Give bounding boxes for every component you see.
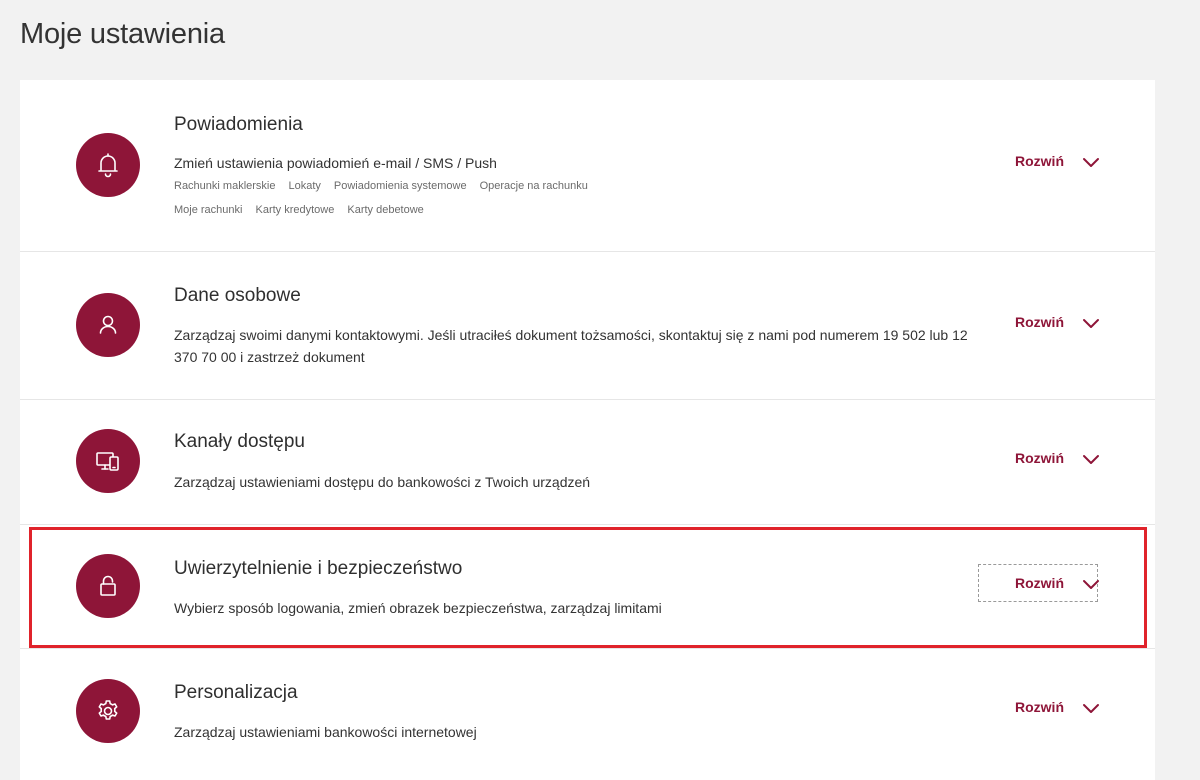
chip-my-accounts[interactable]: Moje rachunki xyxy=(174,198,242,222)
chevron-down-icon xyxy=(1082,701,1100,713)
section-title: Uwierzytelnienie i bezpieczeństwo xyxy=(174,558,463,579)
section-description: Zarządzaj ustawieniami dostępu do bankow… xyxy=(174,474,591,490)
bell-icon xyxy=(76,133,140,197)
expand-button-authentication[interactable]: Rozwiń xyxy=(978,564,1100,602)
expand-button-personal-data[interactable]: Rozwiń xyxy=(978,303,1100,341)
chevron-down-icon xyxy=(1082,316,1100,328)
section-title: Powiadomienia xyxy=(174,114,303,135)
section-personalization: Personalizacja Zarządzaj ustawieniami ba… xyxy=(20,649,1155,780)
section-description: Wybierz sposób logowania, zmień obrazek … xyxy=(174,600,662,616)
expand-label: Rozwiń xyxy=(1015,699,1064,715)
section-description: Zarządzaj swoimi danymi kontaktowymi. Je… xyxy=(174,327,968,365)
chip-system-notifications[interactable]: Powiadomienia systemowe xyxy=(334,174,467,198)
expand-button-personalization[interactable]: Rozwiń xyxy=(978,688,1100,726)
section-description: Zarządzaj ustawieniami bankowości intern… xyxy=(174,724,477,740)
expand-button-access-channels[interactable]: Rozwiń xyxy=(978,439,1100,477)
settings-panel: Powiadomienia Zmień ustawienia powiadomi… xyxy=(20,80,1155,780)
expand-button-notifications[interactable]: Rozwiń xyxy=(978,142,1100,180)
chevron-down-icon xyxy=(1082,577,1100,589)
section-authentication-security: Uwierzytelnienie i bezpieczeństwo Wybier… xyxy=(20,525,1155,649)
chip-account-operations[interactable]: Operacje na rachunku xyxy=(480,174,588,198)
chevron-down-icon xyxy=(1082,452,1100,464)
expand-label: Rozwiń xyxy=(1015,153,1064,169)
user-icon xyxy=(76,293,140,357)
section-personal-data: Dane osobowe Zarządzaj swoimi danymi kon… xyxy=(20,252,1155,400)
section-title: Kanały dostępu xyxy=(174,431,305,452)
chip-brokerage-accounts[interactable]: Rachunki maklerskie xyxy=(174,174,275,198)
lock-icon xyxy=(76,554,140,618)
section-notifications: Powiadomienia Zmień ustawienia powiadomi… xyxy=(20,80,1155,252)
notification-categories: Rachunki maklerskie Lokaty Powiadomienia s… xyxy=(174,174,644,222)
section-description: Zmień ustawienia powiadomień e-mail / SM… xyxy=(174,155,497,171)
chevron-down-icon xyxy=(1082,155,1100,167)
expand-label: Rozwiń xyxy=(1015,575,1064,591)
chip-deposits[interactable]: Lokaty xyxy=(288,174,320,198)
expand-label: Rozwiń xyxy=(1015,450,1064,466)
chip-credit-cards[interactable]: Karty kredytowe xyxy=(255,198,334,222)
expand-label: Rozwiń xyxy=(1015,314,1064,330)
section-title: Personalizacja xyxy=(174,682,298,703)
page-title: Moje ustawienia xyxy=(20,18,225,50)
section-access-channels: Kanały dostępu Zarządzaj ustawieniami do… xyxy=(20,400,1155,525)
gear-icon xyxy=(76,679,140,743)
section-title: Dane osobowe xyxy=(174,285,301,306)
devices-icon xyxy=(76,429,140,493)
chip-debit-cards[interactable]: Karty debetowe xyxy=(347,198,423,222)
